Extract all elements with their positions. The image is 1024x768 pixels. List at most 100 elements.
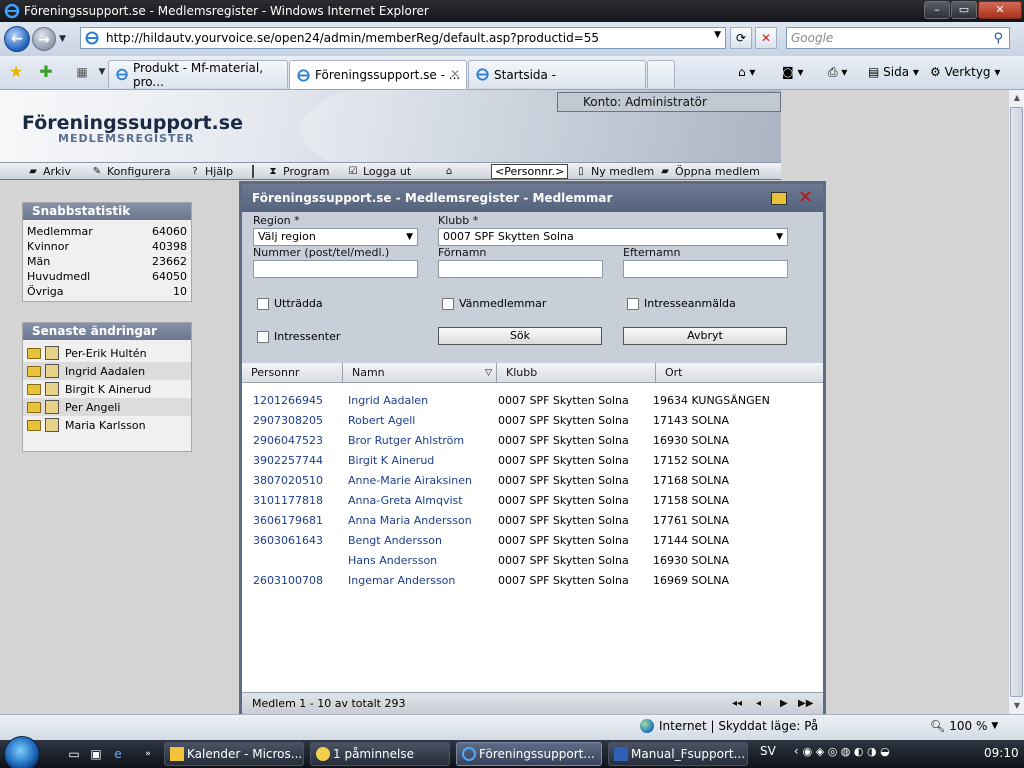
uttradda-checkbox[interactable]: Utträdda <box>257 297 323 310</box>
new-tab-button[interactable] <box>647 60 675 88</box>
minimize-button[interactable]: – <box>924 1 950 19</box>
search-input[interactable]: Google ⚲ <box>786 27 1010 49</box>
feeds-icon[interactable]: ◙ ▾ <box>782 62 803 82</box>
ie-icon[interactable]: e <box>110 746 126 762</box>
table-row[interactable]: 3902257744 Birgit K Ainerud 0007 SPF Skytt… <box>242 451 823 471</box>
table-row[interactable]: Hans Andersson 0007 SPF Skytten Solna 1693… <box>242 551 823 571</box>
column-klubb[interactable]: Klubb <box>497 363 656 383</box>
scroll-up-icon[interactable]: ▲ <box>1009 90 1024 106</box>
vanmedlemmar-checkbox[interactable]: Vänmedlemmar <box>442 297 546 310</box>
cell-namn[interactable]: Robert Agell <box>348 411 415 431</box>
cell-namn[interactable]: Bengt Andersson <box>348 531 442 551</box>
menu-hjalp[interactable]: ? Hjälp <box>188 164 233 179</box>
table-row[interactable]: 1201266945 Ingrid Aadalen 0007 SPF Skytten… <box>242 391 823 411</box>
page-menu[interactable]: ▤ Sida ▾ <box>868 62 919 82</box>
table-row[interactable]: 3603061643 Bengt Andersson 0007 SPF Skytte… <box>242 531 823 551</box>
intressenter-checkbox[interactable]: Intressenter <box>257 330 340 343</box>
tray-expand-icon[interactable]: ‹ <box>794 744 799 758</box>
taskbar-ie[interactable]: Föreningssupport... <box>456 742 602 766</box>
menu-logga-ut[interactable]: ☑ Logga ut <box>346 164 412 179</box>
clock[interactable]: 09:10 <box>984 746 1019 760</box>
cell-namn[interactable]: Anne-Marie Airaksinen <box>348 471 472 491</box>
close-icon[interactable]: ✕ <box>798 187 813 208</box>
tray-icons[interactable]: ◉ ◈ ◎ ◍ ◐ ◑ ◒ <box>803 745 890 758</box>
search-button[interactable]: Sök <box>438 327 602 345</box>
table-row[interactable]: 2603100708 Ingemar Andersson 0007 SPF Skyt… <box>242 571 823 591</box>
language-indicator[interactable]: SV <box>760 744 776 758</box>
recent-item[interactable]: Maria Karlsson <box>23 416 191 434</box>
star-icon[interactable]: ★ <box>6 62 26 82</box>
window-close-button[interactable]: ✕ <box>978 1 1022 19</box>
last-page-icon[interactable]: ▶▶ <box>798 693 813 714</box>
intresseanmalda-checkbox[interactable]: Intresseanmälda <box>627 297 736 310</box>
cell-personnr[interactable]: 2907308205 <box>253 411 323 431</box>
recent-item[interactable]: Per Angeli <box>23 398 191 416</box>
fornamn-input[interactable] <box>438 260 603 278</box>
cancel-button[interactable]: Avbryt <box>623 327 787 345</box>
refresh-icon[interactable]: ⟳ <box>730 27 752 49</box>
address-dropdown-icon[interactable]: ▼ <box>714 30 721 40</box>
page-scrollbar[interactable]: ▲ ▼ <box>1008 90 1024 714</box>
cell-personnr[interactable]: 3603061643 <box>253 531 323 551</box>
scroll-thumb[interactable] <box>1010 107 1023 697</box>
security-zone[interactable]: Internet | Skyddat läge: På <box>640 719 818 733</box>
recent-item[interactable]: Birgit K Ainerud <box>23 380 191 398</box>
start-button[interactable] <box>4 736 40 768</box>
print-icon[interactable]: ⎙ ▾ <box>828 62 847 82</box>
home-icon[interactable]: ⌂ ▾ <box>738 62 755 82</box>
cell-personnr[interactable]: 2603100708 <box>253 571 323 591</box>
back-arrow-icon[interactable]: ← <box>4 26 30 52</box>
forward-arrow-icon[interactable]: → <box>32 27 56 51</box>
cell-personnr[interactable]: 3101177818 <box>253 491 323 511</box>
search-icon[interactable]: ⚲ <box>993 29 1003 49</box>
cell-personnr[interactable]: 3606179681 <box>253 511 323 531</box>
home-icon[interactable]: ⌂ <box>442 164 456 179</box>
maximize-button[interactable]: ▭ <box>951 1 977 19</box>
recent-item[interactable]: Ingrid Aadalen <box>23 362 191 380</box>
efternamn-input[interactable] <box>623 260 788 278</box>
cell-namn[interactable]: Hans Andersson <box>348 551 437 571</box>
quick-tabs-icon[interactable]: ▦ <box>72 62 92 82</box>
table-row[interactable]: 3807020510 Anne-Marie Airaksinen 0007 SPF … <box>242 471 823 491</box>
tools-menu[interactable]: ⚙ Verktyg ▾ <box>930 62 1000 82</box>
menu-program[interactable]: ⧗ Program <box>266 164 329 179</box>
table-row[interactable]: 2907308205 Robert Agell 0007 SPF Skytten S… <box>242 411 823 431</box>
tab-startsida[interactable]: Startsida - <box>468 60 646 88</box>
recent-item[interactable]: Per-Erik Hultén <box>23 344 191 362</box>
menu-arkiv[interactable]: ▰ Arkiv <box>26 164 71 179</box>
column-namn[interactable]: Namn ▽ <box>343 363 497 383</box>
address-input[interactable]: http://hildautv.yourvoice.se/open24/admi… <box>80 27 726 49</box>
cell-namn[interactable]: Ingrid Aadalen <box>348 391 428 411</box>
klubb-select[interactable]: 0007 SPF Skytten Solna ▼ <box>438 228 788 246</box>
menu-oppna-medlem[interactable]: ▰ Öppna medlem <box>658 164 760 179</box>
cell-personnr[interactable]: 2906047523 <box>253 431 323 451</box>
cell-namn[interactable]: Ingemar Andersson <box>348 571 455 591</box>
history-dropdown-icon[interactable]: ▼ <box>59 34 71 44</box>
menu-ny-medlem[interactable]: ▯ Ny medlem <box>574 164 654 179</box>
personnr-button[interactable]: <Personnr.> <box>491 164 569 179</box>
cell-personnr[interactable]: 3902257744 <box>253 451 323 471</box>
table-row[interactable]: 3101177818 Anna-Greta Almqvist 0007 SPF Sk… <box>242 491 823 511</box>
tab-foreningssupport[interactable]: Föreningssupport.se - ... ✕ <box>289 60 467 89</box>
cell-namn[interactable]: Bror Rutger Ahlström <box>348 431 464 451</box>
nummer-input[interactable] <box>253 260 418 278</box>
show-desktop-icon[interactable]: ▭ <box>66 746 82 762</box>
scroll-down-icon[interactable]: ▼ <box>1009 698 1024 714</box>
cell-personnr[interactable]: 1201266945 <box>253 391 323 411</box>
cell-namn[interactable]: Anna-Greta Almqvist <box>348 491 463 511</box>
region-select[interactable]: Välj region ▼ <box>253 228 418 246</box>
add-favorite-icon[interactable]: ✚ <box>36 62 56 82</box>
cell-namn[interactable]: Anna Maria Andersson <box>348 511 472 531</box>
taskbar-reminder[interactable]: 1 påminnelse <box>310 742 450 766</box>
close-tab-icon[interactable]: ✕ <box>450 67 460 81</box>
prev-page-icon[interactable]: ◂ <box>756 693 761 714</box>
zoom-control[interactable]: 🔍︎ 100 % ▼ <box>930 719 998 733</box>
column-ort[interactable]: Ort <box>656 363 823 383</box>
menu-konfigurera[interactable]: ✎ Konfigurera <box>90 164 171 179</box>
table-row[interactable]: 2906047523 Bror Rutger Ahlström 0007 SPF S… <box>242 431 823 451</box>
cell-personnr[interactable]: 3807020510 <box>253 471 323 491</box>
table-row[interactable]: 3606179681 Anna Maria Andersson 0007 SPF S… <box>242 511 823 531</box>
first-page-icon[interactable]: ◂◂ <box>732 693 742 714</box>
tab-produkt[interactable]: Produkt - Mf-material, pro... <box>108 60 288 89</box>
stop-icon[interactable]: ✕ <box>755 27 777 49</box>
